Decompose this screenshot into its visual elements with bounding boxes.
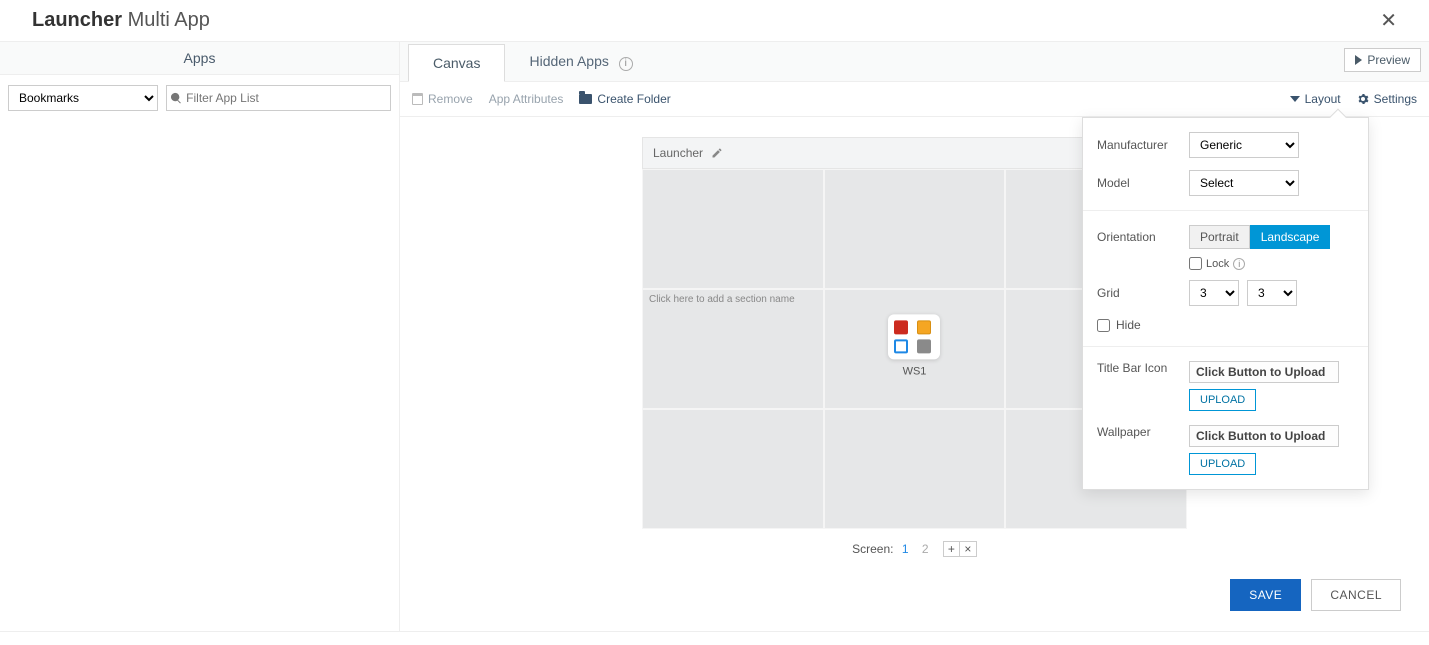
folder-ws1[interactable]: WS1 bbox=[888, 314, 940, 377]
close-icon[interactable]: ✕ bbox=[1380, 8, 1397, 33]
search-icon bbox=[171, 92, 182, 104]
app-attributes-button[interactable]: App Attributes bbox=[489, 92, 564, 106]
grid-cols-select[interactable]: 3 bbox=[1189, 280, 1239, 306]
screen-pagination: Screen: 1 2 + × bbox=[400, 541, 1429, 557]
create-folder-label: Create Folder bbox=[597, 92, 670, 106]
orientation-toggle: Portrait Landscape bbox=[1189, 225, 1330, 249]
filter-input[interactable] bbox=[186, 91, 386, 105]
tab-bar: Canvas Hidden Apps i Preview bbox=[400, 42, 1429, 82]
grid-cell[interactable] bbox=[824, 169, 1006, 289]
pencil-icon[interactable] bbox=[711, 147, 723, 159]
play-icon bbox=[1355, 55, 1362, 65]
preview-label: Preview bbox=[1367, 53, 1410, 67]
grid-cell[interactable] bbox=[642, 409, 824, 529]
folder-label: WS1 bbox=[888, 365, 940, 377]
filter-input-wrap[interactable] bbox=[166, 85, 391, 111]
page-title: Launcher Multi App bbox=[32, 9, 210, 32]
page-1[interactable]: 1 bbox=[902, 542, 909, 556]
grid-cell[interactable]: WS1 bbox=[824, 289, 1006, 409]
app-icon bbox=[894, 339, 908, 353]
sidebar: Apps Bookmarks bbox=[0, 42, 400, 631]
lock-checkbox[interactable] bbox=[1189, 257, 1202, 270]
action-row: Remove App Attributes Create Folder Layo… bbox=[400, 82, 1429, 117]
app-attrs-label: App Attributes bbox=[489, 92, 564, 106]
hide-checkbox[interactable] bbox=[1097, 319, 1110, 332]
tab-hidden-apps[interactable]: Hidden Apps i bbox=[505, 43, 656, 81]
folder-tile bbox=[888, 314, 940, 359]
create-folder-button[interactable]: Create Folder bbox=[579, 92, 670, 106]
screen-label: Screen: bbox=[852, 542, 893, 556]
grid-label: Grid bbox=[1097, 286, 1189, 300]
canvas-area: Launcher Click here to add a section nam… bbox=[400, 117, 1429, 567]
orientation-label: Orientation bbox=[1097, 230, 1189, 244]
device-title-label: Launcher bbox=[653, 146, 703, 160]
tab-hidden-label: Hidden Apps bbox=[529, 53, 608, 69]
info-icon[interactable]: i bbox=[1233, 258, 1245, 270]
app-icon bbox=[917, 320, 931, 334]
titlebar-icon-display: Click Button to Upload bbox=[1189, 361, 1339, 383]
add-page-button[interactable]: + bbox=[944, 542, 960, 556]
manufacturer-label: Manufacturer bbox=[1097, 138, 1189, 152]
tab-canvas[interactable]: Canvas bbox=[408, 44, 505, 82]
trash-icon bbox=[412, 93, 423, 105]
modal-header: Launcher Multi App ✕ bbox=[0, 0, 1429, 42]
layout-label: Layout bbox=[1305, 92, 1341, 106]
model-select[interactable]: Select bbox=[1189, 170, 1299, 196]
model-label: Model bbox=[1097, 176, 1189, 190]
lock-label: Lock bbox=[1206, 258, 1229, 270]
wallpaper-display: Click Button to Upload bbox=[1189, 425, 1339, 447]
main: Canvas Hidden Apps i Preview Remove App … bbox=[400, 42, 1429, 631]
apps-header: Apps bbox=[0, 42, 399, 75]
grid-rows-select[interactable]: 3 bbox=[1247, 280, 1297, 306]
gear-icon bbox=[1357, 93, 1369, 105]
titlebar-icon-label: Title Bar Icon bbox=[1097, 361, 1189, 375]
settings-label: Settings bbox=[1374, 92, 1417, 106]
remove-button[interactable]: Remove bbox=[412, 92, 473, 106]
bookmark-select[interactable]: Bookmarks bbox=[8, 85, 158, 111]
app-icon bbox=[894, 320, 908, 334]
page-controls: + × bbox=[943, 541, 977, 557]
grid-cell[interactable] bbox=[642, 169, 824, 289]
page-2[interactable]: 2 bbox=[922, 542, 929, 556]
layout-popover: Manufacturer Generic Model Select Orient… bbox=[1082, 117, 1369, 490]
folder-icon bbox=[579, 94, 592, 104]
titlebar-upload-button[interactable]: UPLOAD bbox=[1189, 389, 1256, 411]
settings-button[interactable]: Settings bbox=[1357, 92, 1417, 106]
grid-cell[interactable]: Click here to add a section name bbox=[642, 289, 824, 409]
info-icon[interactable]: i bbox=[619, 57, 633, 71]
remove-page-button[interactable]: × bbox=[960, 542, 976, 556]
preview-button[interactable]: Preview bbox=[1344, 48, 1421, 72]
section-hint[interactable]: Click here to add a section name bbox=[649, 294, 795, 305]
portrait-button[interactable]: Portrait bbox=[1189, 225, 1250, 249]
wallpaper-label: Wallpaper bbox=[1097, 425, 1189, 439]
remove-label: Remove bbox=[428, 92, 473, 106]
landscape-button[interactable]: Landscape bbox=[1250, 225, 1331, 249]
chevron-down-icon bbox=[1290, 96, 1300, 102]
title-launcher: Launcher bbox=[32, 9, 122, 31]
save-button[interactable]: SAVE bbox=[1230, 579, 1301, 611]
grid-cell[interactable] bbox=[824, 409, 1006, 529]
title-multiapp: Multi App bbox=[128, 9, 210, 31]
cancel-button[interactable]: CANCEL bbox=[1311, 579, 1401, 611]
wallpaper-upload-button[interactable]: UPLOAD bbox=[1189, 453, 1256, 475]
manufacturer-select[interactable]: Generic bbox=[1189, 132, 1299, 158]
footer: SAVE CANCEL bbox=[400, 567, 1429, 631]
app-icon bbox=[917, 339, 931, 353]
hide-label: Hide bbox=[1116, 318, 1141, 332]
layout-toggle[interactable]: Layout bbox=[1290, 92, 1341, 106]
